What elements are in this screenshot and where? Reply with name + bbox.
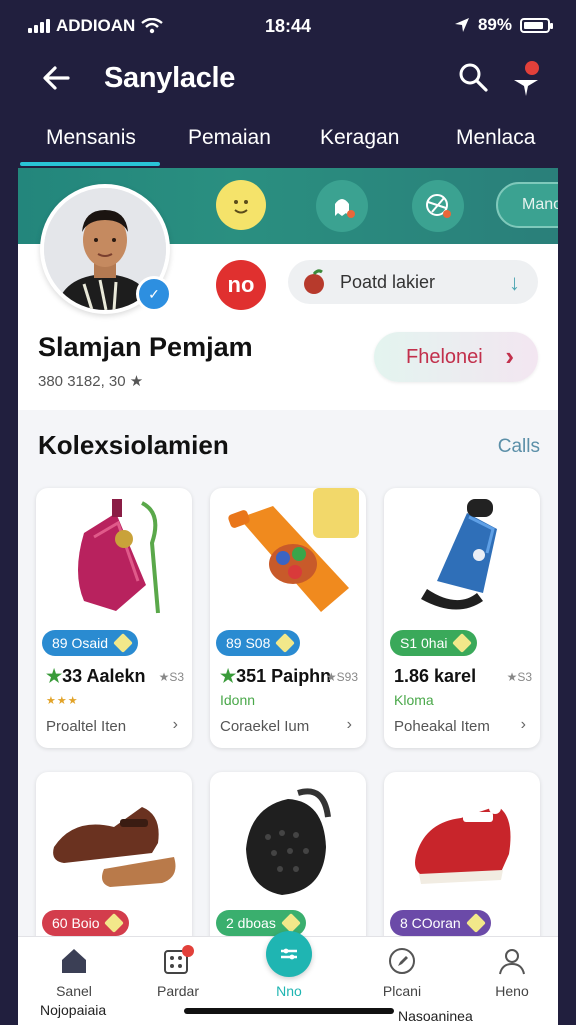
verified-badge-icon: ✓ bbox=[136, 276, 172, 312]
see-all-link[interactable]: Calls bbox=[498, 436, 540, 458]
tab-pemaian[interactable]: Pemaian bbox=[188, 126, 271, 150]
main-content: Mano no Poatd lakier ↓ ✓ Slamjan Pemjam … bbox=[18, 168, 558, 1024]
tab-menlaca[interactable]: Menlaca bbox=[456, 126, 535, 150]
nav-label: Nno bbox=[276, 983, 302, 999]
pill-label: Poatd lakier bbox=[340, 271, 436, 292]
section-title: Kolexsiolamien bbox=[38, 430, 229, 460]
product-stars: ★★★ bbox=[46, 695, 79, 707]
notification-pin-icon[interactable] bbox=[508, 56, 544, 98]
product-image bbox=[36, 488, 192, 628]
download-arrow-icon: ↓ bbox=[509, 270, 520, 295]
product-image bbox=[210, 488, 366, 628]
product-footer-label: Coraekel Ium bbox=[220, 718, 310, 735]
no-badge[interactable]: no bbox=[216, 260, 266, 310]
chevron-right-icon: › bbox=[505, 341, 514, 371]
location-arrow-icon bbox=[454, 18, 469, 32]
product-subtitle: Idonn bbox=[220, 692, 256, 708]
footer-left-label: Nojopaiaia bbox=[40, 1002, 107, 1018]
product-footer-label: Proaltel Iten bbox=[46, 718, 127, 735]
product-name: 1.86 karel bbox=[394, 666, 477, 686]
app-bar: Sanylacle bbox=[0, 48, 576, 110]
emoji-face-icon[interactable] bbox=[216, 180, 266, 230]
price-tag: 89 Osaid bbox=[42, 630, 139, 656]
product-image bbox=[36, 772, 192, 912]
product-card[interactable]: 89 Osaid ★33 Aalekn ★S3 ★★★ Proaltel Ite… bbox=[36, 488, 192, 748]
page-title: Sanylacle bbox=[104, 62, 236, 94]
back-arrow-icon[interactable] bbox=[38, 60, 74, 96]
battery-icon bbox=[520, 17, 553, 33]
nav-item-orders[interactable]: Pardar bbox=[130, 937, 226, 1007]
nav-label: Heno bbox=[495, 983, 529, 999]
battery-percent: 89% bbox=[477, 15, 512, 34]
product-footer-label: Poheakal Item bbox=[394, 718, 490, 735]
tab-keragan[interactable]: Keragan bbox=[320, 126, 399, 150]
home-icon bbox=[62, 949, 86, 973]
follow-button-label: Fhelonei bbox=[406, 345, 483, 368]
ghost-badge-icon[interactable] bbox=[316, 180, 368, 232]
chevron-right-icon[interactable]: › bbox=[173, 716, 178, 734]
sliders-icon bbox=[281, 948, 297, 960]
fruit-icon bbox=[304, 269, 324, 294]
nav-item-explore[interactable]: Plcani bbox=[354, 937, 450, 1007]
product-image bbox=[210, 772, 366, 912]
product-image bbox=[384, 488, 540, 628]
pill-chip[interactable]: Poatd lakier ↓ bbox=[288, 260, 538, 304]
status-bar: ADDIOAN 18:44 89% bbox=[0, 0, 576, 54]
product-subtitle: Kloma bbox=[394, 692, 434, 708]
tab-mensanis[interactable]: Mensanis bbox=[46, 126, 136, 150]
price-tag: 89 S08 bbox=[216, 630, 301, 656]
footer-right-label: Nasoaninea bbox=[398, 1008, 473, 1024]
nav-label: Sanel bbox=[56, 983, 92, 999]
tab-bar: Mensanis Pemaian Keragan Menlaca bbox=[0, 114, 576, 168]
active-tab-indicator bbox=[20, 162, 160, 166]
product-card[interactable]: S1 0hai 1.86 karel ★S3 Kloma Poheakal It… bbox=[384, 488, 540, 748]
product-card[interactable]: 89 S08 ★351 Paiphn ★S93 Idonn Coraekel I… bbox=[210, 488, 366, 748]
nav-label: Plcani bbox=[382, 983, 422, 999]
product-name: ★351 Paiphn bbox=[220, 666, 332, 686]
user-meta: 380 3182, 30 ★ bbox=[38, 373, 144, 390]
globe-badge-icon[interactable] bbox=[412, 180, 464, 232]
price-tag: S1 0hai bbox=[390, 630, 478, 656]
product-image bbox=[384, 772, 540, 912]
chevron-right-icon[interactable]: › bbox=[521, 716, 526, 734]
person-icon bbox=[499, 949, 525, 975]
search-icon[interactable] bbox=[456, 60, 490, 94]
more-chip[interactable]: Mano bbox=[496, 182, 558, 228]
product-rating: ★S3 bbox=[506, 670, 532, 684]
follow-button[interactable]: Fhelonei › bbox=[374, 332, 538, 382]
status-right: 89% bbox=[454, 15, 553, 35]
price-tag: 60 Boio bbox=[42, 910, 130, 936]
product-rating: ★S3 bbox=[158, 670, 184, 684]
grid-badge-icon bbox=[164, 945, 194, 974]
user-name: Slamjan Pemjam bbox=[38, 332, 253, 362]
nav-item-profile[interactable]: Heno bbox=[464, 937, 560, 1007]
center-action-button[interactable] bbox=[266, 931, 312, 977]
price-tag: 8 COoran bbox=[390, 910, 491, 936]
nav-label: Pardar bbox=[156, 983, 200, 999]
chevron-right-icon[interactable]: › bbox=[347, 716, 352, 734]
home-indicator bbox=[184, 1008, 394, 1014]
product-name: ★33 Aalekn bbox=[46, 666, 146, 686]
compass-icon bbox=[389, 948, 415, 974]
product-rating: ★S93 bbox=[325, 670, 358, 684]
nav-item-home[interactable]: Sanel bbox=[26, 937, 122, 1007]
